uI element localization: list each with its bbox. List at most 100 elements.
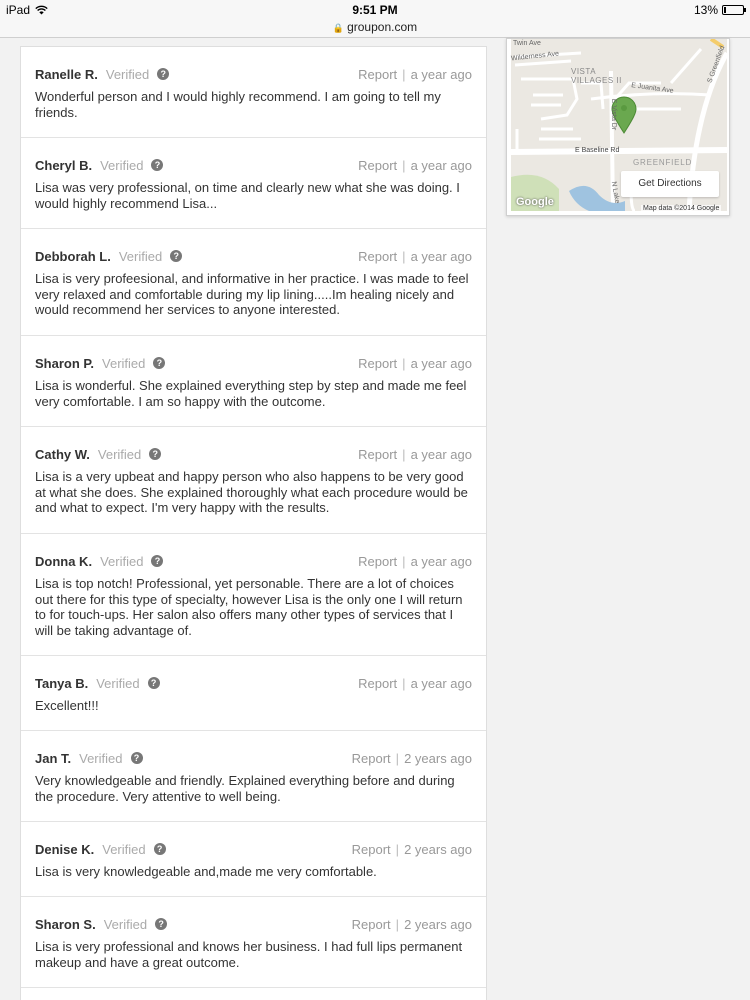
- review-meta: Report | a year ago: [358, 67, 472, 82]
- reviewer-name: Jan T.: [35, 750, 72, 766]
- help-icon[interactable]: ?: [157, 68, 170, 80]
- meta-separator: |: [402, 553, 406, 569]
- help-icon[interactable]: ?: [151, 555, 164, 567]
- verified-label: Verified: [79, 750, 123, 766]
- report-link[interactable]: Report: [358, 676, 397, 691]
- meta-separator: |: [402, 355, 406, 371]
- review-header: Donna K. Verified? Report | a year ago: [35, 553, 472, 569]
- review-item: Debborah L. Verified? Report | a year ago Lis…: [21, 229, 486, 336]
- verified-label: Verified: [105, 66, 150, 82]
- review-time: a year ago: [410, 248, 472, 264]
- reviewer-name: Sharon P.: [35, 355, 95, 371]
- google-logo: Google: [516, 196, 554, 208]
- review-text: Lisa is top notch! Professional, yet per…: [35, 576, 463, 638]
- review-text: Lisa is very professional and knows her …: [35, 939, 463, 970]
- review-meta: Report | 2 years ago: [352, 751, 472, 766]
- url-bar[interactable]: 🔒 groupon.com: [0, 20, 750, 38]
- review-item: Denise K. Verified? Report | 2 years ago Lisa…: [21, 822, 486, 897]
- review-item: Sharon S. Verified? Report | 2 years ago Lisa…: [21, 897, 486, 988]
- help-icon[interactable]: ?: [170, 250, 183, 262]
- battery-percent: 13%: [693, 3, 718, 17]
- review-time: a year ago: [410, 553, 472, 569]
- verified-label: Verified: [96, 675, 140, 691]
- help-icon[interactable]: ?: [147, 677, 160, 689]
- review-header: Tanya B. Verified? Report | a year ago: [35, 675, 472, 691]
- review-header: Jan T. Verified? Report | 2 years ago: [35, 750, 472, 766]
- report-link[interactable]: Report: [358, 447, 397, 462]
- review-time: 2 years ago: [404, 916, 472, 932]
- url-domain[interactable]: groupon.com: [347, 20, 417, 34]
- review-meta: Report | a year ago: [358, 554, 472, 569]
- verified-label: Verified: [118, 248, 163, 264]
- lock-icon: 🔒: [332, 23, 345, 33]
- review-header: Debborah L. Verified? Report | a year ago: [35, 248, 472, 264]
- review-text: Lisa is a very upbeat and happy person w…: [35, 469, 468, 516]
- review-item: Cathy W. Verified? Report | a year ago Lisa i…: [21, 427, 486, 534]
- map-label-e-vista-dr: E Vista Dr: [610, 98, 618, 131]
- review-header: Denise K. Verified? Report | 2 years ago: [35, 841, 472, 857]
- meta-separator: |: [395, 916, 400, 932]
- help-icon[interactable]: ?: [153, 843, 166, 855]
- verified-label: Verified: [97, 446, 142, 462]
- get-directions-button[interactable]: Get Directions: [621, 171, 719, 197]
- verified-label: Verified: [100, 553, 144, 569]
- review-time: a year ago: [410, 66, 472, 82]
- reviews-list: Ranelle R. Verified? Report | a year ago Wond…: [20, 46, 487, 1000]
- review-header: Cheryl B. Verified? Report | a year ago: [35, 157, 472, 173]
- status-right: 13%: [693, 3, 746, 17]
- review-header: Ranelle R. Verified? Report | a year ago: [35, 66, 472, 82]
- review-time: a year ago: [410, 355, 472, 371]
- verified-label: Verified: [102, 841, 146, 857]
- review-time: a year ago: [410, 675, 472, 691]
- review-header: Sharon S. Verified? Report | 2 years ago: [35, 916, 472, 932]
- review-header: Cathy W. Verified? Report | a year ago: [35, 446, 472, 462]
- report-link[interactable]: Report: [358, 249, 397, 264]
- review-time: 2 years ago: [404, 841, 472, 857]
- report-link[interactable]: Report: [358, 158, 397, 173]
- review-item: Sharon P. Verified? Report | a year ago Lisa …: [21, 336, 486, 427]
- report-link[interactable]: Report: [352, 842, 391, 857]
- verified-label: Verified: [102, 355, 146, 371]
- review-time: a year ago: [410, 446, 472, 462]
- help-icon[interactable]: ?: [151, 159, 164, 171]
- review-text: Wonderful person and I would highly reco…: [35, 89, 441, 120]
- status-bar: iPad 9:51 PM 13%: [0, 0, 750, 20]
- report-link[interactable]: Report: [352, 917, 391, 932]
- help-icon[interactable]: ?: [153, 357, 166, 369]
- reviewer-name: Sharon S.: [35, 916, 96, 932]
- meta-separator: |: [402, 66, 406, 82]
- review-text: Lisa is wonderful. She explained everyth…: [35, 378, 467, 409]
- review-header: Sharon P. Verified? Report | a year ago: [35, 355, 472, 371]
- report-link[interactable]: Report: [352, 751, 391, 766]
- review-meta: Report | a year ago: [358, 158, 472, 173]
- map-card[interactable]: Twin Ave Wilderness Ave VISTA VILLAGES I…: [506, 38, 730, 216]
- review-text: Lisa is very profeesional, and informati…: [35, 271, 469, 318]
- review-text: Very knowledgeable and friendly. Explain…: [35, 773, 455, 804]
- reviewer-name: Denise K.: [35, 841, 95, 857]
- map-label-baseline-rd: E Baseline Rd: [575, 147, 620, 154]
- review-meta: Report | 2 years ago: [352, 842, 472, 857]
- help-icon[interactable]: ?: [149, 448, 162, 460]
- help-icon[interactable]: ?: [155, 918, 168, 930]
- meta-separator: |: [402, 157, 406, 173]
- reviewer-name: Donna K.: [35, 553, 93, 569]
- report-link[interactable]: Report: [358, 67, 397, 82]
- map-label-vista-villages: VISTA VILLAGES II: [571, 67, 622, 85]
- review-text: Excellent!!!: [35, 698, 99, 713]
- reviewer-name: Cathy W.: [35, 446, 90, 462]
- reviewer-name: Cheryl B.: [35, 157, 93, 173]
- report-link[interactable]: Report: [358, 356, 397, 371]
- review-time: 2 years ago: [404, 750, 472, 766]
- meta-separator: |: [395, 841, 400, 857]
- review-text: Lisa is very knowledgeable and,made me v…: [35, 864, 377, 879]
- report-link[interactable]: Report: [358, 554, 397, 569]
- reviewer-name: Debborah L.: [35, 248, 111, 264]
- review-time: a year ago: [410, 157, 472, 173]
- clock: 9:51 PM: [352, 3, 398, 17]
- map-label-twin-ave: Twin Ave: [513, 40, 541, 47]
- review-item: Ranelle R. Verified? Report | a year ago Wond…: [21, 47, 486, 138]
- review-meta: Report | 2 years ago: [352, 917, 472, 932]
- review-meta: Report | a year ago: [358, 447, 472, 462]
- meta-separator: |: [402, 675, 406, 691]
- help-icon[interactable]: ?: [130, 752, 143, 764]
